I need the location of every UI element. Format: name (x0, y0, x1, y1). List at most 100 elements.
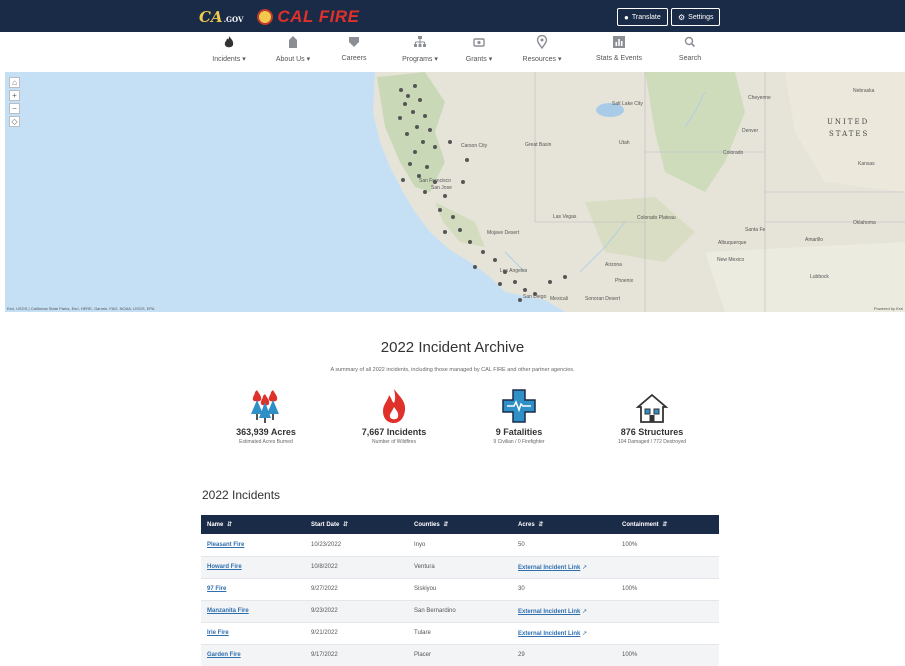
table-row: Irie Fire 9/21/2022 Tulare External Inciden… (201, 622, 719, 645)
translate-button[interactable]: ● Translate (617, 8, 668, 26)
powered-by-label[interactable]: Powered by Esri (874, 306, 903, 311)
nav-item-stats-events[interactable]: Stats & Events (584, 35, 654, 62)
incident-name-link[interactable]: Pleasant Fire (207, 542, 244, 548)
stat-value: 876 Structures (620, 427, 684, 437)
cell-start-date: 10/8/2022 (305, 556, 408, 579)
map-label: Lubbock (810, 274, 829, 280)
stat-description: Number of Wildfires (372, 439, 416, 445)
external-incident-link[interactable]: External Incident Link (518, 565, 580, 571)
cell-counties: Placer (408, 644, 512, 666)
incident-name-link[interactable]: Garden Fire (207, 652, 241, 658)
column-header-counties[interactable]: Counties ⇵ (408, 515, 512, 534)
map-label: Carson City (461, 143, 488, 149)
map-label: STATES (829, 130, 870, 138)
map-controls: ⌂ + − ◇ (9, 77, 20, 129)
nav-item-grants[interactable]: Grants ▾ (444, 35, 514, 63)
acres-value: 30 (518, 586, 525, 592)
burning-trees-icon (201, 386, 331, 424)
table-row: Manzanita Fire 9/23/2022 San Bernardino Ext… (201, 600, 719, 623)
sort-icon: ⇵ (536, 522, 544, 528)
cell-containment: 100% (616, 578, 719, 601)
nav-item-incidents[interactable]: Incidents ▾ (194, 35, 264, 63)
column-header-name[interactable]: Name ⇵ (201, 515, 305, 534)
building-icon (258, 35, 328, 51)
table-row: Pleasant Fire 10/23/2022 Inyo 50 100% (201, 534, 719, 557)
cell-start-date: 9/17/2022 (305, 644, 408, 666)
stat-value: 9 Fatalities (495, 427, 543, 437)
column-header-start-date[interactable]: Start Date ⇵ (305, 515, 408, 534)
map-label: Las Vegas (553, 214, 577, 220)
map-label: Sonoran Desert (585, 296, 621, 302)
cell-name: 97 Fire (201, 578, 305, 601)
stat-value: 363,939 Acres (236, 427, 296, 437)
map-label: Mojave Desert (487, 230, 520, 236)
bar-chart-icon (584, 35, 654, 51)
map-label: Santa Fe (745, 227, 766, 233)
nav-item-about-us[interactable]: About Us ▾ (258, 35, 328, 63)
map-label: UNITED (827, 118, 870, 126)
incident-name-link[interactable]: 97 Fire (207, 586, 226, 592)
sort-icon: ⇵ (660, 522, 668, 528)
map-label: San Jose (431, 185, 452, 191)
flame-icon (329, 386, 459, 424)
cell-counties: Siskiyou (408, 578, 512, 601)
archive-subtitle: A summary of all 2022 incidents, includi… (330, 367, 575, 373)
external-incident-link[interactable]: External Incident Link (518, 631, 580, 637)
map-label: Colorado (723, 150, 744, 156)
table-row: 97 Fire 9/27/2022 Siskiyou 30 100% (201, 578, 719, 601)
nav-item-resources[interactable]: Resources ▾ (507, 34, 577, 63)
cagov-logo[interactable]: CA.GOV (199, 8, 243, 26)
nav-item-careers[interactable]: Careers (319, 35, 389, 62)
badge-icon (319, 35, 389, 51)
map-label: Cheyenne (748, 95, 771, 101)
map-label: Albuquerque (718, 240, 747, 246)
map-label: Great Basin (525, 142, 552, 148)
stat-acres: 363,939 Acres Estimated Acres Burned (201, 386, 331, 445)
calfire-seal-icon (257, 9, 274, 25)
table-row: Howard Fire 10/8/2022 Ventura External Inci… (201, 556, 719, 579)
cell-containment: 100% (616, 534, 719, 557)
incident-name-link[interactable]: Manzanita Fire (207, 608, 249, 614)
map-label: Amarillo (805, 237, 824, 243)
cell-containment (616, 556, 719, 579)
external-incident-link[interactable]: External Incident Link (518, 609, 580, 615)
main-nav: Incidents ▾ About Us ▾ Careers Programs … (0, 32, 905, 70)
cell-start-date: 9/27/2022 (305, 578, 408, 601)
map-attribution[interactable]: Esri, USGS | California State Parks, Esr… (7, 306, 154, 311)
map-label: Arizona (605, 262, 622, 268)
map-label: Kansas (858, 161, 875, 167)
map-label: Mexicali (550, 296, 569, 302)
brand-logos[interactable]: CA.GOV CAL FIRE (199, 7, 359, 27)
top-bar: CA.GOV CAL FIRE ● Translate ⚙ Settings (0, 0, 905, 32)
map-label: Oklahoma (853, 220, 876, 226)
incident-name-link[interactable]: Howard Fire (207, 564, 242, 570)
cell-acres: External Incident Link ↗ (512, 556, 616, 579)
column-header-containment[interactable]: Containment ⇵ (616, 515, 719, 534)
cell-containment: 100% (616, 644, 719, 666)
stat-fatalities: 9 Fatalities 9 Civilian / 0 Firefighter (454, 386, 584, 445)
sort-icon: ⇵ (225, 522, 233, 528)
home-icon[interactable]: ⌂ (9, 77, 20, 88)
settings-button[interactable]: ⚙ Settings (671, 8, 721, 26)
cell-containment (616, 600, 719, 623)
zoom-in-icon[interactable]: + (9, 90, 20, 101)
nav-item-search[interactable]: Search (655, 35, 725, 62)
cell-start-date: 10/23/2022 (305, 534, 408, 557)
incident-name-link[interactable]: Irie Fire (207, 630, 229, 636)
map-label: Denver (742, 128, 759, 134)
layers-icon[interactable]: ◇ (9, 116, 20, 127)
sort-icon: ⇵ (341, 522, 349, 528)
incident-map[interactable]: ⌂ + − ◇ Salt Lake City Cheyenne Denver U… (5, 72, 905, 312)
acres-value: 29 (518, 652, 525, 658)
map-label: Phoenix (615, 278, 634, 284)
zoom-out-icon[interactable]: − (9, 103, 20, 114)
map-basemap (373, 72, 905, 312)
house-icon (587, 386, 717, 424)
calfire-logo[interactable]: CAL FIRE (277, 7, 359, 27)
column-header-acres[interactable]: Acres ⇵ (512, 515, 616, 534)
map-label: Colorado Plateau (637, 215, 676, 221)
cell-counties: San Bernardino (408, 600, 512, 623)
cell-counties: Inyo (408, 534, 512, 557)
cell-acres: 30 (512, 578, 616, 601)
cell-counties: Ventura (408, 556, 512, 579)
